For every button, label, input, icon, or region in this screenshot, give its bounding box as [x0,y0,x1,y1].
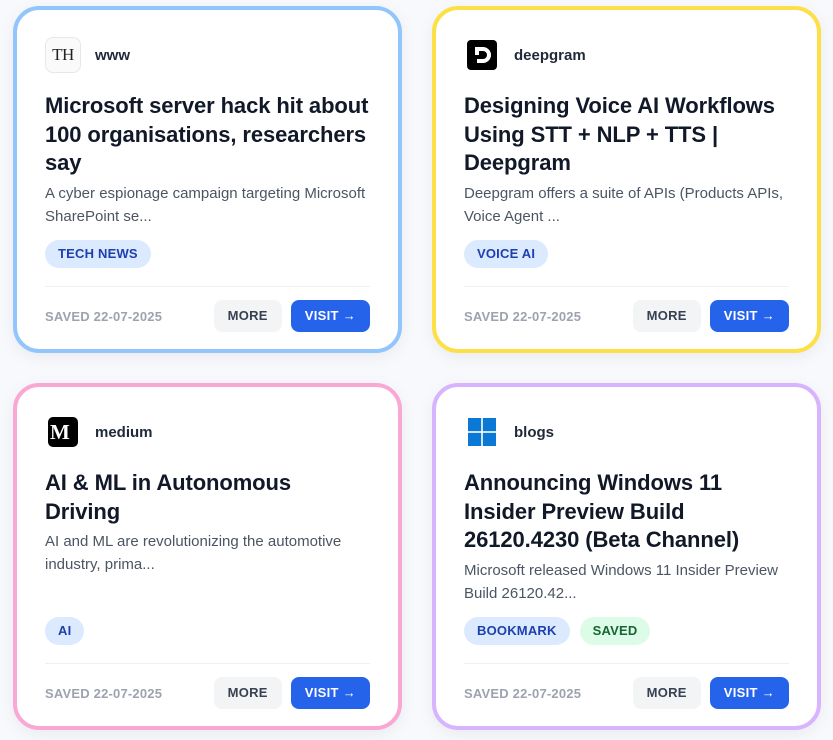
source-name: www [95,46,131,64]
source-name: blogs [514,423,554,441]
card-footer: SAVED 22-07-2025 MORE VISIT → [45,677,370,709]
bookmark-card[interactable]: deepgram Designing Voice AI Workflows Us… [432,6,821,353]
th-newspaper-icon: TH [45,37,81,73]
tag-list: BOOKMARK SAVED [464,617,651,645]
medium-logo-icon: M [45,414,81,450]
visit-button[interactable]: VISIT → [290,677,370,709]
card-description: Microsoft released Windows 11 Insider Pr… [464,561,779,602]
card-source: M medium [45,413,370,451]
card-divider [464,663,789,664]
card-divider [45,286,370,287]
card-title[interactable]: AI & ML in Autonomous Driving [45,469,370,526]
card-title[interactable]: Microsoft server hack hit about 100 orga… [45,92,370,178]
saved-date: SAVED 22-07-2025 [45,308,163,324]
deepgram-logo-icon [464,37,500,73]
tag-badge[interactable]: BOOKMARK [464,617,570,645]
tag-list: AI [45,617,85,645]
source-name: medium [95,423,153,441]
more-button[interactable]: MORE [213,300,282,332]
bookmark-card[interactable]: M medium AI & ML in Autonomous Driving A… [13,383,402,730]
tag-badge[interactable]: SAVED [579,617,651,645]
tag-badge[interactable]: AI [45,617,85,645]
more-button[interactable]: MORE [213,677,282,709]
card-title[interactable]: Announcing Windows 11 Insider Preview Bu… [464,469,789,555]
card-source: TH www [45,36,370,74]
source-name: deepgram [514,46,586,64]
saved-date: SAVED 22-07-2025 [45,685,163,701]
favicon-text: M [48,417,78,447]
tag-list: TECH NEWS [45,240,151,268]
bookmark-card[interactable]: TH www Microsoft server hack hit about 1… [13,6,402,353]
card-divider [464,286,789,287]
visit-button[interactable]: VISIT → [290,300,370,332]
bookmark-card-grid: TH www Microsoft server hack hit about 1… [0,0,833,740]
bookmark-card[interactable]: blogs Announcing Windows 11 Insider Prev… [432,383,821,730]
saved-date: SAVED 22-07-2025 [464,685,582,701]
card-source: deepgram [464,36,789,74]
card-source: blogs [464,413,789,451]
visit-button[interactable]: VISIT → [709,677,789,709]
card-divider [45,663,370,664]
card-footer: SAVED 22-07-2025 MORE VISIT → [45,300,370,332]
card-description: AI and ML are revolutionizing the automo… [45,533,342,573]
card-title[interactable]: Designing Voice AI Workflows Using STT +… [464,92,789,178]
saved-date: SAVED 22-07-2025 [464,308,582,324]
card-description: A cyber espionage campaign targeting Mic… [45,184,366,225]
windows-logo-icon [464,414,500,450]
favicon-text: TH [52,45,74,64]
more-button[interactable]: MORE [632,300,701,332]
card-description: Deepgram offers a suite of APIs (Product… [464,184,784,225]
card-footer: SAVED 22-07-2025 MORE VISIT → [464,677,789,709]
tag-badge[interactable]: VOICE AI [464,240,549,268]
card-footer: SAVED 22-07-2025 MORE VISIT → [464,300,789,332]
tag-list: VOICE AI [464,240,549,268]
more-button[interactable]: MORE [632,677,701,709]
visit-button[interactable]: VISIT → [709,300,789,332]
tag-badge[interactable]: TECH NEWS [45,240,151,268]
